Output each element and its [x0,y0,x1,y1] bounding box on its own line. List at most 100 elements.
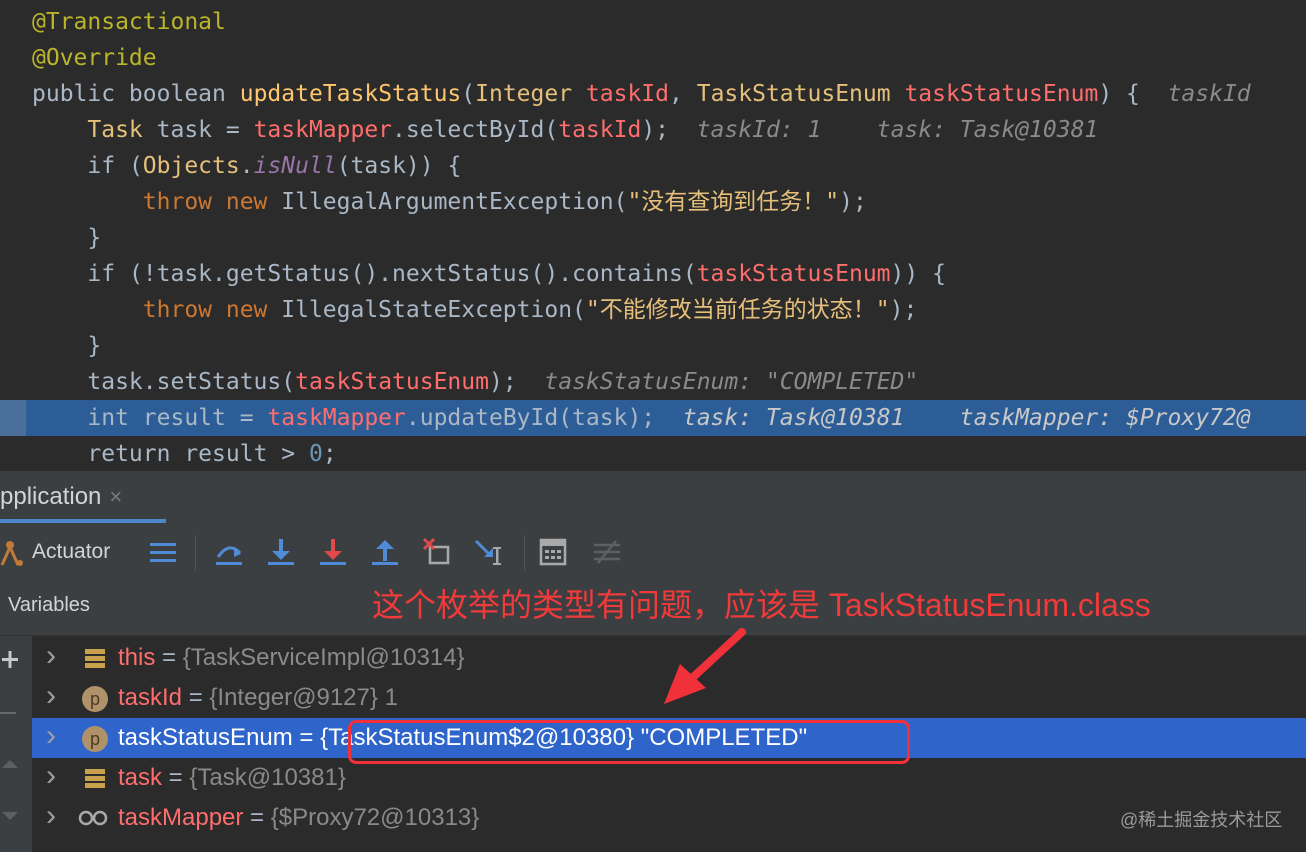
run-to-cursor-icon[interactable] [472,535,506,569]
variable-value: {Task@10381} [189,764,346,791]
step-out-icon[interactable] [368,535,402,569]
chevron-right-icon[interactable]: › [46,756,56,796]
evaluate-expression-icon[interactable] [536,535,570,569]
code-text: } [32,328,101,364]
variable-row-taskMapper[interactable]: › taskMapper = {$Proxy72@10313} [32,798,1306,838]
drop-frame-icon[interactable] [420,535,454,569]
code-token: task = [156,117,254,143]
code-text: Task task = taskMapper.selectById(taskId… [32,112,1098,148]
code-editor[interactable]: @Transactional @Override public boolean up… [0,0,1306,470]
actuator-icon[interactable] [0,535,26,569]
code-token: , [669,81,697,107]
code-token: throw new [32,297,282,323]
code-token: ; [322,441,337,467]
code-token: taskStatusEnum [696,261,891,287]
watermark: @稀土掘金技术社区 [1120,810,1283,830]
code-token: ); [641,117,697,143]
code-token: .selectById( [392,117,559,143]
code-token: Objects [142,153,240,179]
code-line[interactable]: @Transactional [0,4,1306,40]
code-token: )) { [890,261,946,287]
inline-debug-hint: taskId: 1 task: Task@10381 [696,117,1099,143]
inline-debug-hint: task: Task@10381 taskMapper: $Proxy72@ [682,405,1251,431]
equals-sign: = [155,644,183,671]
variable-name: taskId [118,684,183,711]
code-token: updateTaskStatus [239,81,462,107]
code-line[interactable]: @Override [0,40,1306,76]
code-line[interactable]: throw new IllegalStateException("不能修改当前任… [0,292,1306,328]
trace-stream-icon[interactable] [590,535,624,569]
code-token: @Override [32,45,157,71]
chevron-right-icon[interactable]: › [46,636,56,676]
move-up-icon[interactable] [0,756,20,772]
code-token: result = [142,405,268,431]
chevron-right-icon[interactable]: › [46,716,56,756]
code-line[interactable]: } [0,328,1306,364]
code-token: } [32,225,102,251]
equals-sign: = [243,804,271,831]
code-text: throw new IllegalArgumentException("没有查询… [32,184,867,220]
toolbar-separator [195,535,196,571]
force-step-into-icon[interactable] [316,535,350,569]
code-line[interactable]: Task task = taskMapper.selectById(taskId… [0,112,1306,148]
code-text: @Transactional [32,4,226,40]
code-token: @Transactional [32,9,226,35]
code-token: isNull [253,153,337,179]
tab-application[interactable]: pplication × [0,471,136,521]
step-over-icon[interactable] [212,535,246,569]
code-line-current[interactable]: int result = taskMapper.updateById(task)… [0,400,1306,436]
tab-label: pplication [0,483,102,510]
watch-icon [78,810,108,826]
code-token: task.setStatus( [32,369,296,395]
code-token: taskStatusEnum [904,81,1099,107]
code-line[interactable]: if (Objects.isNull(task)) { [0,148,1306,184]
field-icon [85,769,105,788]
code-line[interactable]: if (!task.getStatus().nextStatus().conta… [0,256,1306,292]
code-token: ( [461,81,476,107]
code-token: ); [488,369,545,395]
code-token: Task [32,117,157,143]
code-token: int [32,405,143,431]
code-token: "没有查询到任务！" [627,189,840,215]
frames-menu-icon[interactable] [146,535,180,569]
code-text: if (Objects.isNull(task)) { [32,148,461,184]
code-token: taskId [585,81,670,107]
add-watch-icon[interactable] [0,648,20,672]
step-into-icon[interactable] [264,535,298,569]
code-text: int result = taskMapper.updateById(task)… [32,400,1251,436]
remove-watch-icon[interactable] [0,712,16,714]
variable-row-task[interactable]: › task = {Task@10381} [32,758,1306,798]
code-token: TaskStatusEnum [696,81,905,107]
code-token: throw new [32,189,282,215]
code-line[interactable]: throw new IllegalArgumentException("没有查询… [0,184,1306,220]
variable-entry: task = {Task@10381} [118,758,346,798]
parameter-icon: p [82,686,108,712]
debug-tab-bar: pplication × [0,470,1306,526]
code-line[interactable]: return result > 0; [0,436,1306,470]
code-text: } [32,220,101,256]
code-token: ); [889,297,918,323]
code-line[interactable]: task.setStatus(taskStatusEnum); taskStat… [0,364,1306,400]
toolbar-separator [524,535,525,571]
code-text: public boolean updateTaskStatus(Integer … [32,76,1251,112]
code-token: taskMapper [267,405,406,431]
red-annotation-text: 这个枚举的类型有问题，应该是 TaskStatusEnum.class [372,587,1151,623]
actuator-label[interactable]: Actuator [32,533,110,571]
code-line[interactable]: } [0,220,1306,256]
variable-value: {$Proxy72@10313} [270,804,480,831]
code-text: return result > 0; [32,436,337,470]
code-token: taskId [558,117,642,143]
code-token: .updateById(task); [405,405,683,431]
code-token: "不能修改当前任务的状态！" [585,297,890,323]
code-line[interactable]: public boolean updateTaskStatus(Integer … [0,76,1306,112]
variable-entry: this = {TaskServiceImpl@10314} [118,638,465,678]
field-icon [85,649,105,668]
close-icon[interactable]: × [109,484,122,509]
chevron-right-icon[interactable]: › [46,796,56,836]
inline-debug-hint: taskStatusEnum: "COMPLETED" [544,369,919,395]
move-down-icon[interactable] [0,808,20,824]
active-tab-indicator [0,519,166,523]
variable-entry: taskId = {Integer@9127} 1 [118,678,398,718]
code-token: ); [839,189,867,215]
chevron-right-icon[interactable]: › [46,676,56,716]
